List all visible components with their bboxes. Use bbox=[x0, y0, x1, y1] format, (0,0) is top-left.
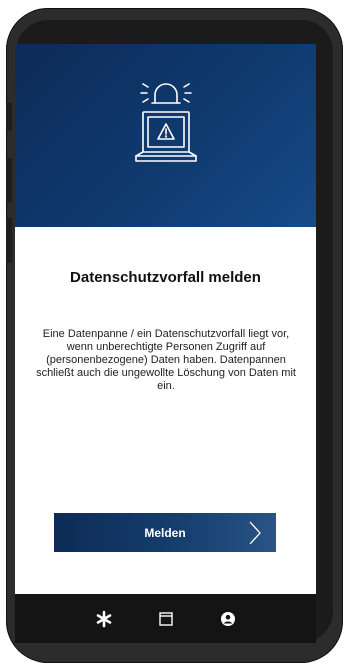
report-button[interactable]: Melden bbox=[54, 513, 276, 552]
asterisk-icon bbox=[96, 610, 111, 627]
phone-side-button bbox=[6, 218, 12, 263]
app-screen: Datenschutzvorfall melden Eine Datenpann… bbox=[15, 44, 316, 614]
square-icon bbox=[158, 611, 173, 626]
nav-item-profile[interactable] bbox=[217, 608, 239, 630]
chevron-right-icon bbox=[249, 521, 261, 545]
user-circle-icon bbox=[220, 611, 235, 626]
page-title: Datenschutzvorfall melden bbox=[70, 269, 261, 286]
nav-item-asterisk[interactable] bbox=[93, 608, 115, 630]
description-text: Eine Datenpanne / ein Datenschutzvorfall… bbox=[36, 328, 296, 392]
hero-banner bbox=[15, 44, 316, 227]
alarm-laptop-warning-icon bbox=[135, 83, 197, 162]
nav-item-square[interactable] bbox=[155, 608, 177, 630]
report-button-label: Melden bbox=[144, 525, 186, 540]
phone-side-button bbox=[6, 103, 12, 131]
phone-side-button bbox=[6, 158, 12, 203]
bottom-navbar bbox=[15, 594, 316, 643]
